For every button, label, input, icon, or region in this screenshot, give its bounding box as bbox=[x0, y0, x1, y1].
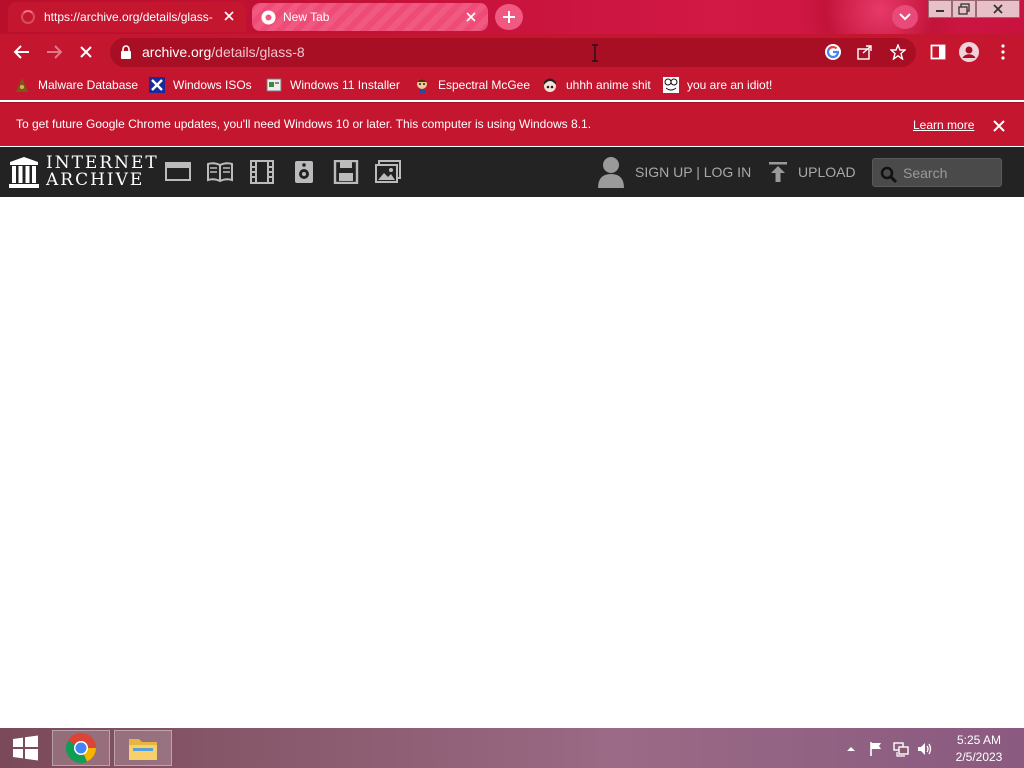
stop-loading-button[interactable] bbox=[76, 42, 96, 62]
texts-icon[interactable] bbox=[207, 160, 233, 184]
bookmark-label: you are an idiot! bbox=[687, 78, 773, 92]
bookmark-malware-database[interactable]: Malware Database bbox=[14, 75, 138, 95]
url-text: archive.org/details/glass-8 bbox=[142, 44, 305, 60]
bookmark-label: uhhh anime shit bbox=[566, 78, 651, 92]
text-cursor-icon bbox=[592, 44, 598, 62]
archive-nav-bar: INTERNET ARCHIVE SIGN UP | LOG IN UPLOAD… bbox=[0, 147, 1024, 197]
stop-icon bbox=[80, 46, 92, 58]
flag-icon[interactable] bbox=[868, 741, 884, 757]
back-button[interactable] bbox=[12, 42, 32, 62]
minimize-button[interactable] bbox=[928, 0, 952, 18]
browser-toolbar: archive.org/details/glass-8 bbox=[0, 34, 1024, 70]
menu-button[interactable] bbox=[993, 42, 1013, 62]
profile-button[interactable] bbox=[959, 42, 979, 62]
bookmarks-bar: Malware Database Windows ISOs Windows 11… bbox=[0, 70, 1024, 100]
new-tab-button[interactable] bbox=[495, 4, 523, 30]
smiley-icon bbox=[663, 77, 679, 93]
chrome-icon bbox=[261, 10, 276, 25]
network-icon[interactable] bbox=[893, 741, 909, 757]
arrow-left-icon bbox=[13, 45, 29, 59]
clock-date[interactable]: 2/5/2023 bbox=[940, 750, 1018, 764]
side-panel-button[interactable] bbox=[928, 42, 948, 62]
tab-search-button[interactable] bbox=[892, 5, 918, 29]
bookmark-you-are-an-idiot[interactable]: you are an idiot! bbox=[663, 75, 772, 95]
minimize-icon bbox=[936, 10, 944, 12]
taskbar-chrome-button[interactable] bbox=[52, 730, 110, 766]
bookmark-label: Espectral McGee bbox=[438, 78, 531, 92]
url-host: archive.org bbox=[142, 44, 212, 60]
bookmark-espectral-mcgee[interactable]: Espectral McGee bbox=[414, 75, 530, 95]
close-icon bbox=[993, 4, 1003, 14]
bookmark-label: Windows ISOs bbox=[173, 78, 252, 92]
logo-line2: ARCHIVE bbox=[46, 170, 145, 190]
windows-start-icon[interactable] bbox=[8, 734, 42, 762]
learn-more-link[interactable]: Learn more bbox=[913, 118, 974, 132]
close-icon[interactable] bbox=[464, 10, 478, 24]
google-icon bbox=[825, 44, 841, 60]
bookmark-windows-isos[interactable]: Windows ISOs bbox=[149, 75, 252, 95]
signup-login-link[interactable]: SIGN UP | LOG IN bbox=[635, 164, 751, 180]
tab-strip: https://archive.org/details/glass- New T… bbox=[0, 0, 1024, 34]
audio-icon[interactable] bbox=[291, 160, 317, 184]
bookmark-anime[interactable]: uhhh anime shit bbox=[542, 75, 651, 95]
lock-icon[interactable] bbox=[120, 45, 132, 59]
avatar-icon bbox=[414, 77, 430, 93]
update-infobar: To get future Google Chrome updates, you… bbox=[0, 102, 1024, 146]
star-icon bbox=[889, 43, 907, 61]
upload-link[interactable]: UPLOAD bbox=[798, 164, 856, 180]
restore-button[interactable] bbox=[952, 0, 976, 18]
software-icon[interactable] bbox=[333, 160, 359, 184]
images-icon[interactable] bbox=[375, 160, 401, 184]
bookmark-label: Windows 11 Installer bbox=[290, 78, 400, 92]
clock-time[interactable]: 5:25 AM bbox=[940, 733, 1018, 747]
tab-title: New Tab bbox=[283, 10, 330, 24]
close-icon[interactable] bbox=[222, 9, 236, 23]
restore-icon bbox=[958, 3, 970, 15]
tab-new-tab[interactable]: New Tab bbox=[252, 3, 488, 31]
search-box[interactable] bbox=[872, 158, 1002, 187]
chevron-up-icon[interactable] bbox=[845, 744, 857, 754]
video-icon[interactable] bbox=[249, 160, 275, 184]
upload-icon[interactable] bbox=[768, 161, 788, 183]
arrow-right-icon bbox=[47, 45, 63, 59]
more-vertical-icon bbox=[1001, 44, 1005, 60]
tab-archive[interactable]: https://archive.org/details/glass- bbox=[8, 2, 246, 32]
url-path: /details/glass-8 bbox=[211, 44, 305, 60]
profile-icon bbox=[959, 42, 979, 62]
chrome-icon bbox=[65, 733, 96, 764]
web-icon[interactable] bbox=[165, 160, 191, 184]
anime-icon bbox=[542, 77, 558, 93]
address-bar[interactable]: archive.org/details/glass-8 bbox=[110, 38, 916, 67]
archive-logo-icon[interactable] bbox=[9, 156, 39, 188]
page-content bbox=[0, 197, 1024, 728]
window-close-button[interactable] bbox=[976, 0, 1020, 18]
search-input[interactable] bbox=[901, 163, 997, 183]
taskbar: 5:25 AM 2/5/2023 bbox=[0, 728, 1024, 768]
user-icon[interactable] bbox=[597, 156, 625, 188]
loading-spinner-icon bbox=[21, 10, 35, 24]
bookmark-star-button[interactable] bbox=[889, 43, 907, 61]
google-lens-button[interactable] bbox=[824, 43, 842, 61]
close-icon[interactable] bbox=[992, 119, 1006, 133]
folder-icon bbox=[129, 739, 157, 760]
x-icon bbox=[149, 77, 165, 93]
archive-logo-text[interactable]: INTERNET ARCHIVE bbox=[46, 155, 159, 189]
malware-icon bbox=[14, 77, 30, 93]
taskbar-file-explorer-button[interactable] bbox=[114, 730, 172, 766]
search-icon bbox=[880, 166, 898, 184]
plus-icon bbox=[503, 11, 515, 23]
share-button[interactable] bbox=[857, 44, 873, 60]
share-icon bbox=[857, 45, 872, 60]
infobar-message: To get future Google Chrome updates, you… bbox=[16, 117, 592, 131]
forward-button[interactable] bbox=[44, 42, 64, 62]
bookmark-windows-11-installer[interactable]: Windows 11 Installer bbox=[266, 75, 400, 95]
tab-title: https://archive.org/details/glass- bbox=[44, 10, 213, 24]
side-panel-icon bbox=[930, 44, 946, 60]
bookmark-label: Malware Database bbox=[38, 78, 139, 92]
volume-icon[interactable] bbox=[917, 741, 933, 757]
installer-icon bbox=[266, 77, 282, 93]
chevron-down-icon bbox=[899, 13, 911, 21]
